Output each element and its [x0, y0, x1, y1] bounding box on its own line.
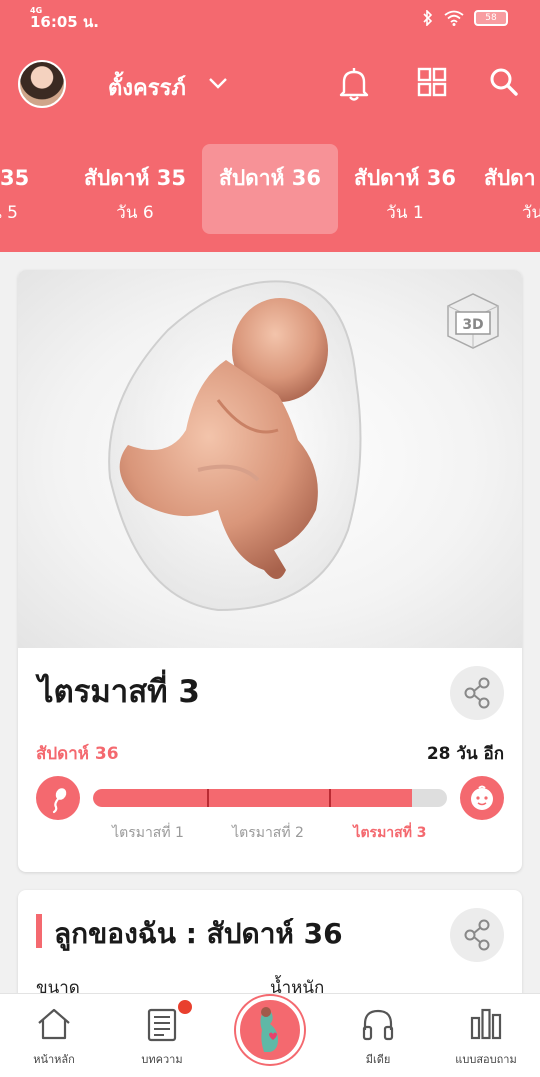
trimester-3-label: ไตรมาสที่ 3: [353, 825, 427, 841]
trimester-1-label: ไตรมาสที่ 1: [112, 825, 184, 841]
avatar[interactable]: [18, 60, 66, 108]
week-tab[interactable]: สัปดาห์ 35 วัน 6: [67, 144, 203, 234]
trimester-title: ไตรมาสที่ 3: [38, 674, 200, 710]
status-bar: 4G 16:05 น. 58: [0, 0, 540, 40]
week-tab[interactable]: ห์ 35 น 5: [0, 144, 72, 234]
nav-articles[interactable]: บทความ: [108, 994, 216, 1077]
baby-face-icon: [471, 785, 493, 810]
pregnancy-progress-card: 3D ไตรมาสที่ 3 สัปดาห์ 36 28 วัน อีก ไตร…: [18, 270, 522, 872]
search-icon[interactable]: [488, 66, 520, 98]
notification-dot: [176, 998, 194, 1016]
share-icon: [464, 919, 490, 951]
article-icon: [147, 1008, 177, 1042]
week-selector: ห์ 35 น 5 สัปดาห์ 35 วัน 6 สัปดาห์ 36 สั…: [0, 144, 540, 236]
baby-card-title: ลูกของฉัน : สัปดาห์ 36: [54, 917, 343, 950]
app-header: ตั้งครรภ์: [0, 56, 540, 112]
3d-view-icon[interactable]: 3D: [442, 290, 504, 352]
top-bar: 4G 16:05 น. 58 ตั้งครรภ์ ห์ 35 น 5 สัปดา…: [0, 0, 540, 252]
poll-icon: [470, 1008, 502, 1040]
fetus-image[interactable]: 3D: [18, 270, 522, 648]
share-button[interactable]: [450, 666, 504, 720]
due-date-button[interactable]: [460, 776, 504, 820]
headphones-icon: [362, 1009, 394, 1041]
conception-button[interactable]: [36, 776, 80, 820]
trimester-progress-bar: [93, 789, 447, 807]
bluetooth-icon: [423, 10, 433, 26]
bell-icon[interactable]: [338, 66, 370, 102]
share-icon: [464, 677, 490, 709]
nav-pregnancy[interactable]: [236, 996, 304, 1064]
home-icon: [38, 1008, 70, 1040]
share-button[interactable]: [450, 908, 504, 962]
sperm-icon: [52, 788, 67, 814]
week-tab[interactable]: สัปดาห์ 36 วัน 1: [337, 144, 473, 234]
current-week-label: สัปดาห์ 36: [36, 744, 119, 764]
battery-icon: 58: [474, 10, 508, 26]
status-time: 16:05 น.: [30, 13, 99, 31]
title-accent: [36, 914, 42, 948]
trimester-divider: [329, 789, 331, 807]
week-tab[interactable]: สัปดา วัน: [472, 144, 540, 234]
3d-badge-label: 3D: [462, 317, 483, 333]
wifi-icon: [444, 10, 464, 26]
progress-fill: [93, 789, 412, 807]
pregnancy-icon: [260, 1007, 278, 1052]
days-left-label: 28 วัน อีก: [426, 744, 504, 764]
nav-poll[interactable]: แบบสอบถาม: [432, 994, 540, 1077]
bottom-nav: หน้าหลัก บทความ มีเดีย แบบสอบถาม: [0, 993, 540, 1077]
trimester-divider: [207, 789, 209, 807]
chevron-down-icon[interactable]: [208, 76, 228, 90]
grid-icon[interactable]: [416, 66, 448, 98]
page-title[interactable]: ตั้งครรภ์: [108, 70, 186, 105]
week-tab-selected[interactable]: สัปดาห์ 36: [202, 144, 338, 234]
nav-media[interactable]: มีเดีย: [324, 994, 432, 1077]
nav-home[interactable]: หน้าหลัก: [0, 994, 108, 1077]
trimester-2-label: ไตรมาสที่ 2: [232, 825, 304, 841]
